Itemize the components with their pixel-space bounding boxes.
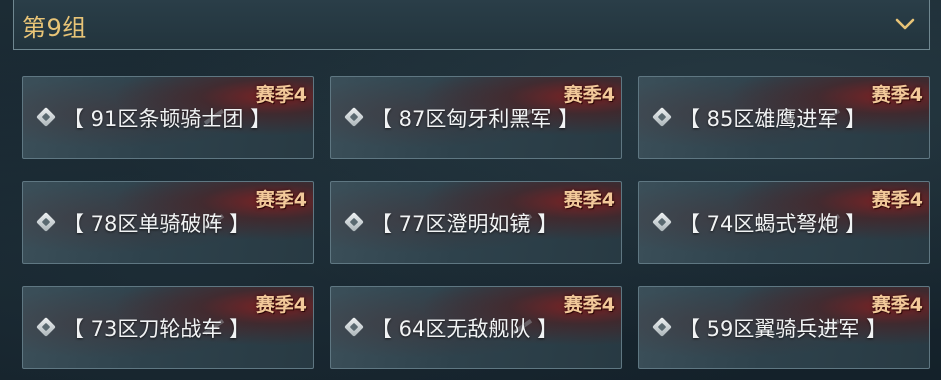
diamond-icon — [344, 212, 364, 232]
season-badge: 赛季4 — [255, 294, 307, 316]
server-name: 【 85区雄鹰进军 】 — [679, 107, 867, 131]
group-title: 第9组 — [22, 14, 87, 42]
server-card[interactable]: 赛季4 【 74区蝎式弩炮 】 — [638, 181, 930, 264]
diamond-icon — [36, 212, 56, 232]
server-card[interactable]: 赛季4 【 73区刀轮战车 】 — [22, 286, 314, 369]
server-name: 【 87区匈牙利黑军 】 — [371, 107, 580, 131]
server-card[interactable]: 赛季4 【 78区单骑破阵 】 — [22, 181, 314, 264]
server-card[interactable]: 赛季4 【 85区雄鹰进军 】 — [638, 76, 930, 159]
server-name: 【 78区单骑破阵 】 — [63, 212, 251, 236]
server-card[interactable]: 赛季4 【 64区无敌舰队 】 — [330, 286, 622, 369]
server-name: 【 73区刀轮战车 】 — [63, 317, 251, 341]
server-name: 【 74区蝎式弩炮 】 — [679, 212, 867, 236]
server-card[interactable]: 赛季4 【 59区翼骑兵进军 】 — [638, 286, 930, 369]
server-name: 【 64区无敌舰队 】 — [371, 317, 559, 341]
diamond-icon — [36, 317, 56, 337]
server-card[interactable]: 赛季4 【 87区匈牙利黑军 】 — [330, 76, 622, 159]
chevron-down-icon[interactable] — [893, 12, 917, 36]
diamond-icon — [652, 317, 672, 337]
server-grid: 赛季4 【 91区条顿骑士团 】 赛季4 【 87区匈牙利黑军 】 赛季4 【 … — [22, 76, 930, 369]
diamond-icon — [652, 212, 672, 232]
season-badge: 赛季4 — [871, 189, 923, 211]
season-badge: 赛季4 — [255, 189, 307, 211]
diamond-icon — [36, 107, 56, 127]
group-selector[interactable]: 第9组 — [13, 0, 930, 50]
server-card[interactable]: 赛季4 【 77区澄明如镜 】 — [330, 181, 622, 264]
diamond-icon — [344, 317, 364, 337]
season-badge: 赛季4 — [563, 294, 615, 316]
server-card[interactable]: 赛季4 【 91区条顿骑士团 】 — [22, 76, 314, 159]
season-badge: 赛季4 — [563, 189, 615, 211]
server-name: 【 77区澄明如镜 】 — [371, 212, 559, 236]
season-badge: 赛季4 — [871, 84, 923, 106]
server-name: 【 59区翼骑兵进军 】 — [679, 317, 888, 341]
server-name: 【 91区条顿骑士团 】 — [63, 107, 272, 131]
diamond-icon — [652, 107, 672, 127]
diamond-icon — [344, 107, 364, 127]
